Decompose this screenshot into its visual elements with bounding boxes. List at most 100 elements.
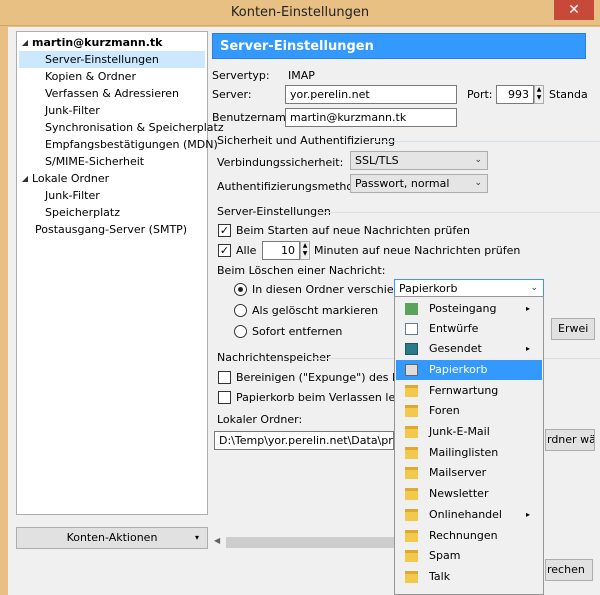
menu-item-rechnungen[interactable]: Rechnungen [396, 526, 542, 546]
chevron-down-icon: ⌄ [474, 178, 482, 188]
choose-folder-button[interactable]: rdner wäh [545, 429, 595, 451]
remove-immediately-radio[interactable] [234, 325, 247, 338]
menu-item-label: Rechnungen [429, 529, 498, 542]
connection-security-select[interactable]: SSL/TLS ⌄ [350, 151, 488, 170]
server-input[interactable]: yor.perelin.net [285, 85, 457, 104]
tree-item-label: Server-Einstellungen [45, 53, 159, 66]
menu-item-gesendet[interactable]: Gesendet ▸ [396, 339, 542, 359]
title-bar: Konten-Einstellungen ✕ [0, 0, 600, 26]
expunge-checkbox[interactable] [218, 371, 231, 384]
cancel-button[interactable]: rechen [545, 559, 593, 581]
menu-item-posteingang[interactable]: Posteingang ▸ [396, 299, 542, 319]
tree-item-composition[interactable]: Verfassen & Adressieren [19, 85, 205, 102]
account-actions-button[interactable]: Konten-Aktionen ▾ [16, 527, 208, 549]
on-delete-label: Beim Löschen einer Nachricht: [217, 264, 386, 277]
check-every-label: Alle [236, 244, 257, 257]
server-settings-group-title: Server-Einstellungen [217, 205, 331, 218]
account-tree[interactable]: ◢ martin@kurzmann.tk Server-Einstellunge… [16, 31, 224, 515]
menu-item-label: Fernwartung [429, 384, 499, 397]
chevron-right-icon: ▸ [525, 510, 530, 519]
check-interval-stepper[interactable]: ▲ ▼ [300, 241, 310, 260]
account-actions-label: Konten-Aktionen [66, 531, 158, 544]
menu-item-label: Junk-E-Mail [429, 425, 490, 438]
menu-item-label: Newsletter [429, 487, 489, 500]
move-to-folder-radio[interactable] [234, 283, 247, 296]
menu-item-junk-e-mail[interactable]: Junk-E-Mail [396, 422, 542, 442]
check-on-start-checkbox[interactable]: ✓ [218, 224, 231, 237]
check-interval-input[interactable]: 10 [262, 241, 300, 260]
tree-item-account[interactable]: ◢ martin@kurzmann.tk [19, 34, 205, 51]
tree-toggle-icon[interactable]: ◢ [21, 34, 29, 51]
menu-item-foren[interactable]: Foren [396, 401, 542, 421]
tree-item-smime[interactable]: S/MIME-Sicherheit [19, 153, 205, 170]
port-stepper[interactable]: ▲ ▼ [534, 85, 544, 104]
empty-trash-label: Papierkorb beim Verlassen leeren [236, 391, 421, 404]
tree-item-junk-filter[interactable]: Junk-Filter [19, 102, 205, 119]
auth-method-select[interactable]: Passwort, normal ⌄ [350, 174, 488, 193]
menu-item-papierkorb[interactable]: Papierkorb [396, 360, 542, 380]
menu-item-label: Posteingang [429, 302, 497, 315]
folder-icon [405, 447, 418, 459]
auth-method-value: Passwort, normal [355, 177, 450, 190]
folder-dropdown-menu[interactable]: Posteingang ▸ Entwürfe Gesendet ▸ Papier… [394, 296, 544, 595]
tree-item-smtp[interactable]: Postausgang-Server (SMTP) [19, 221, 205, 238]
chevron-down-icon[interactable]: ▼ [535, 94, 543, 102]
menu-item-fernwartung[interactable]: Fernwartung [396, 381, 542, 401]
chevron-left-icon[interactable]: ◀ [214, 536, 220, 545]
port-input[interactable]: 993 [496, 85, 534, 104]
mark-deleted-radio[interactable] [234, 304, 247, 317]
tree-item-local-storage[interactable]: Speicherplatz [19, 204, 205, 221]
folder-icon [405, 571, 418, 583]
local-folder-label: Lokaler Ordner: [217, 413, 303, 426]
advanced-button[interactable]: Erwei [551, 318, 595, 340]
chevron-up-icon[interactable]: ▲ [301, 242, 309, 250]
tree-item-receipts[interactable]: Empfangsbestätigungen (MDN) [19, 136, 218, 153]
check-every-checkbox[interactable]: ✓ [218, 244, 231, 257]
tree-item-server-settings[interactable]: Server-Einstellungen [19, 51, 205, 68]
tree-item-label: Postausgang-Server (SMTP) [35, 223, 188, 236]
menu-item-mailinglisten[interactable]: Mailinglisten [396, 443, 542, 463]
server-type-label: Servertyp: [212, 69, 270, 82]
username-input[interactable]: martin@kurzmann.tk [285, 108, 457, 127]
tree-item-label: Synchronisation & Speicherplatz [45, 121, 224, 134]
tree-toggle-icon[interactable]: ◢ [21, 170, 29, 187]
tree-item-label: Empfangsbestätigungen (MDN) [45, 138, 218, 151]
connection-security-value: SSL/TLS [355, 154, 399, 167]
group-divider [374, 141, 600, 142]
chevron-down-icon: ⌄ [530, 283, 538, 293]
menu-item-label: Foren [429, 404, 460, 417]
menu-item-spam[interactable]: Spam [396, 546, 542, 566]
close-button[interactable]: ✕ [554, 0, 594, 20]
tree-item-label: Verfassen & Adressieren [45, 87, 180, 100]
menu-item-label: Papierkorb [429, 363, 488, 376]
folder-icon [405, 550, 418, 562]
menu-item-newsletter[interactable]: Newsletter [396, 484, 542, 504]
tree-item-label: Junk-Filter [45, 104, 100, 117]
remove-immediately-label: Sofort entfernen [252, 325, 343, 338]
tree-item-local-junk[interactable]: Junk-Filter [19, 187, 205, 204]
chevron-up-icon[interactable]: ▲ [535, 86, 543, 94]
drafts-icon [405, 323, 418, 335]
menu-item-label: Spam [429, 549, 461, 562]
window-title: Konten-Einstellungen [230, 5, 370, 20]
chevron-down-icon[interactable]: ▼ [301, 250, 309, 258]
tree-item-copies-folders[interactable]: Kopien & Ordner [19, 68, 205, 85]
menu-item-entwuerfe[interactable]: Entwürfe [396, 319, 542, 339]
tree-item-local-folders[interactable]: ◢ Lokale Ordner [19, 170, 205, 187]
tree-item-sync[interactable]: Synchronisation & Speicherplatz [19, 119, 224, 136]
empty-trash-checkbox[interactable] [218, 391, 231, 404]
page-title: Server-Einstellungen [212, 33, 586, 59]
chevron-right-icon: ▸ [525, 344, 530, 353]
inbox-icon [405, 303, 418, 315]
check-on-start-label: Beim Starten auf neue Nachrichten prüfen [236, 224, 470, 237]
menu-item-onlinehandel[interactable]: Onlinehandel ▸ [396, 505, 542, 525]
server-type-value: IMAP [288, 69, 315, 82]
menu-item-label: Gesendet [429, 342, 482, 355]
server-label: Server: [212, 88, 252, 101]
local-folder-input[interactable]: D:\Temp\yor.perelin.net\Data\profile\I [214, 431, 394, 450]
menu-item-talk[interactable]: Talk [396, 567, 542, 587]
auth-method-label: Authentifizierungsmethode: [217, 180, 371, 193]
trash-folder-value: Papierkorb [399, 282, 458, 295]
menu-item-mailserver[interactable]: Mailserver [396, 463, 542, 483]
security-group-title: Sicherheit und Authentifizierung [217, 134, 396, 147]
